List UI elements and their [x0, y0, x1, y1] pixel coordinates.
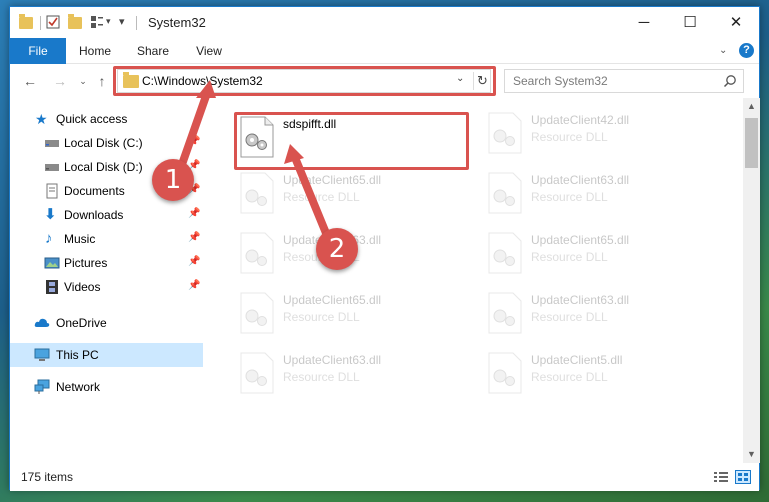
step-badge-2: 2	[316, 228, 358, 270]
arrow-head-1	[196, 80, 216, 98]
arrow-head-2	[284, 144, 304, 164]
arrow-to-file	[292, 156, 332, 242]
arrow-to-address-bar	[176, 92, 210, 174]
step-badge-1: 1	[152, 159, 194, 201]
annotation-arrows	[176, 80, 332, 242]
